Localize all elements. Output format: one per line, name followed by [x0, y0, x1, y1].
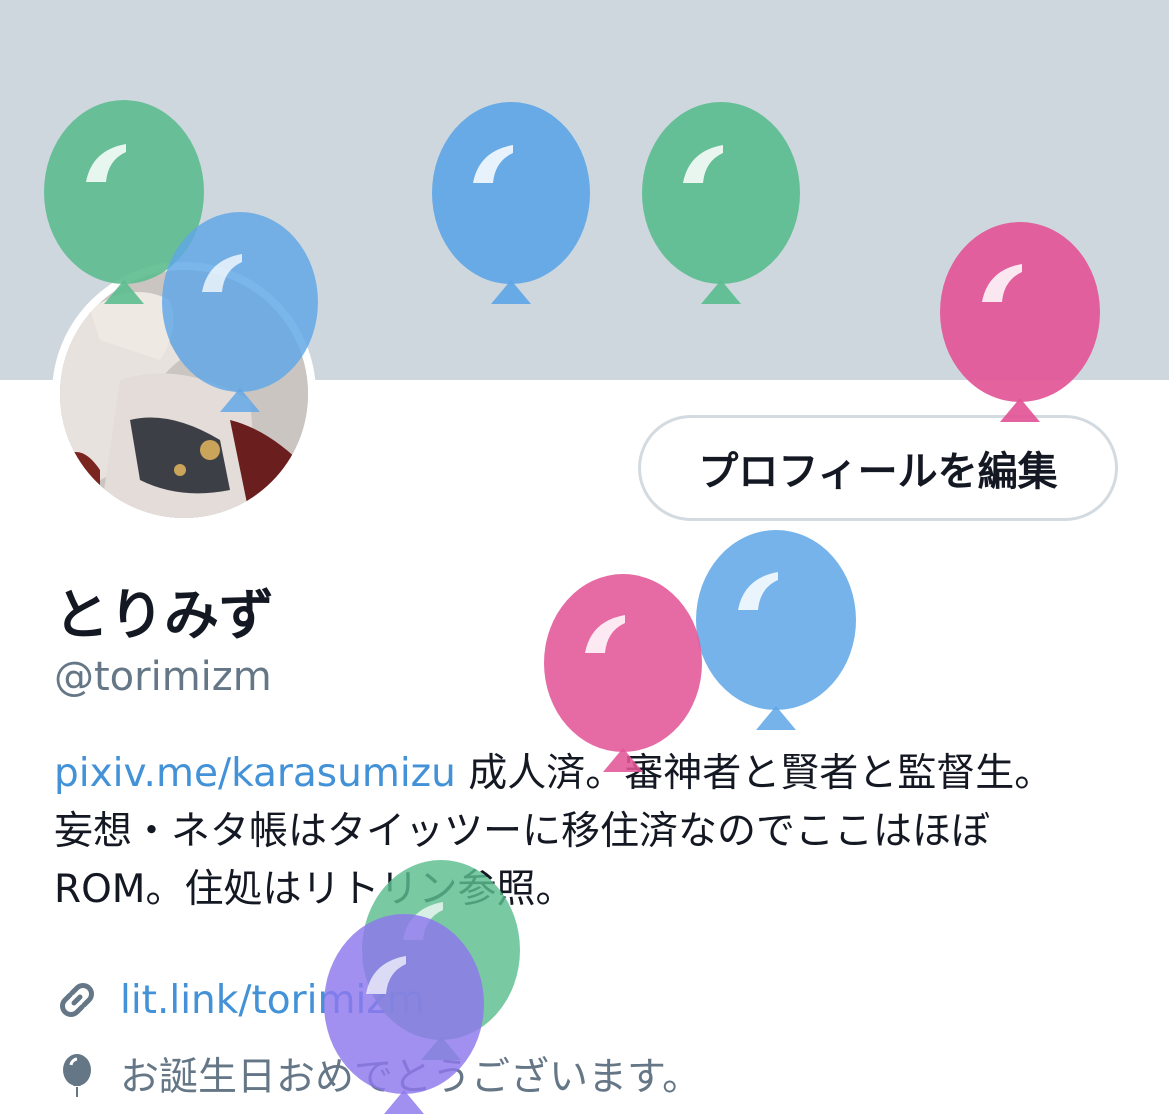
user-handle: @torimizm [54, 654, 272, 700]
bio-line-2: 妄想・ネタ帳はタイッツーに移住済なのでここはほぼ [54, 809, 991, 854]
balloon-blue-3 [696, 530, 856, 730]
balloon-icon [54, 1051, 100, 1097]
website-link[interactable]: lit.link/torimizm [120, 978, 425, 1023]
bio-line-3: ROM。住処はリトリン参照。 [54, 867, 575, 912]
balloon-pink-2 [544, 574, 702, 772]
edit-profile-button[interactable]: プロフィールを編集 [638, 415, 1118, 521]
birthday-text: お誕生日おめでとうございます。 [120, 1055, 702, 1100]
avatar-image [60, 270, 308, 518]
profile-bio: pixiv.me/karasumizu 成人済。審神者と賢者と監督生。 妄想・ネ… [54, 745, 1134, 919]
website-row: lit.link/torimizm [54, 970, 425, 1030]
display-name: とりみず [54, 583, 275, 647]
bio-pixiv-link[interactable]: pixiv.me/karasumizu [54, 751, 456, 796]
birthday-row: お誕生日おめでとうございます。 [54, 1044, 701, 1104]
link-icon [54, 977, 100, 1023]
bio-line-1: 成人済。審神者と賢者と監督生。 [455, 751, 1054, 796]
avatar[interactable] [52, 262, 316, 526]
